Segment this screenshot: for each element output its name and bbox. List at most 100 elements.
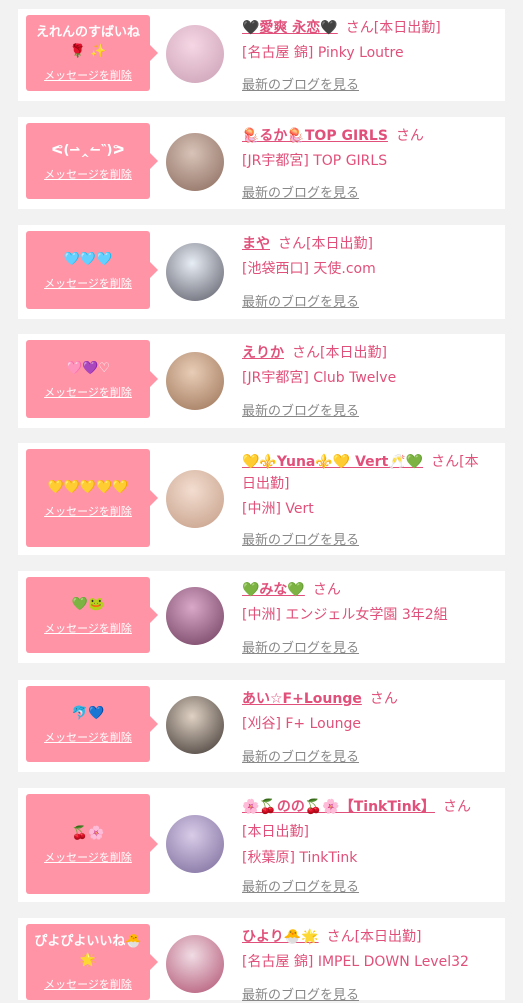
message-text: 🌹 ✨	[69, 44, 107, 59]
profile-avatar[interactable]	[166, 133, 224, 191]
message-text: 🩷💜♡	[65, 360, 111, 376]
message-bubble: えれんのすばいね 🌹 ✨ メッセージを削除	[26, 15, 158, 91]
profile-info: 🪼るか🪼TOP GIRLS さん [JR宇都宮] TOP GIRLS	[242, 125, 497, 173]
shop-label: [中洲] エンジェル女学園 3年2組	[242, 607, 448, 623]
profile-name-link[interactable]: えりか	[242, 345, 284, 361]
message-bubble: 🐬💙 メッセージを削除	[26, 686, 158, 762]
message-bubble: ᕙ(⇀‸↼‶)ᕗ メッセージを削除	[26, 123, 158, 199]
honorific-status: さん	[442, 799, 471, 815]
name-line: あい☆F+Lounge さん	[242, 688, 497, 710]
name-line: 💚みな💚 さん	[242, 579, 497, 601]
message-bubble: 💛💛💛💛💛 メッセージを削除	[26, 449, 158, 547]
latest-blog-link[interactable]: 最新のブログを見る	[242, 529, 359, 548]
message-bubble: 🩷💜♡ メッセージを削除	[26, 340, 158, 418]
profile-avatar[interactable]	[166, 587, 224, 645]
name-line: 🖤愛爽 永恋🖤 さん[本日出勤]	[242, 17, 497, 39]
name-line: まや さん[本日出勤]	[242, 233, 497, 255]
profile-info: 💛⚜️Yuna⚜️💛 Vert🥂💚 さん[本日出勤] [中洲] Vert	[242, 451, 497, 521]
delete-message-link[interactable]: メッセージを削除	[44, 67, 132, 83]
status-continuation: 日出勤]	[242, 476, 290, 492]
profile-name-link[interactable]: あい☆F+Lounge	[242, 691, 362, 707]
name-line: えりか さん[本日出勤]	[242, 342, 497, 364]
delete-message-link[interactable]: メッセージを削除	[44, 849, 132, 865]
honorific-status: さん[本	[431, 454, 479, 470]
message-text: 💚🐸	[71, 596, 105, 612]
message-text: 🩵🩵🩵	[63, 251, 113, 267]
latest-blog-link[interactable]: 最新のブログを見る	[242, 182, 359, 201]
shop-label: [JR宇都宮] Club Twelve	[242, 370, 397, 386]
profile-avatar[interactable]	[166, 25, 224, 83]
profile-avatar[interactable]	[166, 935, 224, 993]
message-text: ᕙ(⇀‸↼‶)ᕗ	[51, 142, 125, 158]
message-text: 💛💛💛💛💛	[47, 479, 129, 495]
message-bubble: ぴよぴよいいね🐣 🌟 メッセージを削除	[26, 924, 158, 1000]
delete-message-link[interactable]: メッセージを削除	[44, 503, 132, 519]
shop-label: [JR宇都宮] TOP GIRLS	[242, 153, 388, 169]
profile-name-link[interactable]: ひより🐣🌟	[242, 929, 319, 945]
profile-info: 🌸🍒のの🍒🌸【TinkTink】 さん [本日出勤] [秋葉原] TinkTink	[242, 796, 497, 870]
name-line: 🌸🍒のの🍒🌸【TinkTink】 さん	[242, 796, 497, 818]
name-line: 🪼るか🪼TOP GIRLS さん	[242, 125, 497, 147]
message-text: 🌟	[79, 953, 97, 968]
latest-blog-link[interactable]: 最新のブログを見る	[242, 291, 359, 310]
profile-name-link[interactable]: まや	[242, 236, 270, 252]
profile-name-link[interactable]: 💛⚜️Yuna⚜️💛 Vert🥂💚	[242, 454, 423, 470]
profile-avatar[interactable]	[166, 696, 224, 754]
favorite-card: 💛💛💛💛💛 メッセージを削除 💛⚜️Yuna⚜️💛 Vert🥂💚 さん[本日出勤] [中…	[18, 443, 505, 555]
honorific-status: さん[本日出勤]	[278, 236, 373, 252]
profile-avatar[interactable]	[166, 470, 224, 528]
honorific-status: さん	[369, 691, 398, 707]
profile-avatar[interactable]	[166, 815, 224, 873]
profile-info: 🖤愛爽 永恋🖤 さん[本日出勤] [名古屋 錦] Pinky Loutre	[242, 17, 497, 65]
latest-blog-link[interactable]: 最新のブログを見る	[242, 876, 359, 895]
shop-label: [秋葉原] TinkTink	[242, 850, 358, 866]
message-bubble: 🩵🩵🩵 メッセージを削除	[26, 231, 158, 309]
shop-label: [名古屋 錦] Pinky Loutre	[242, 45, 404, 61]
honorific-status: さん[本日出勤]	[345, 20, 441, 36]
name-line: ひより🐣🌟 さん[本日出勤]	[242, 926, 497, 948]
shop-label: [池袋西口] 天使.com	[242, 261, 376, 277]
honorific-status: さん	[312, 582, 341, 598]
delete-message-link[interactable]: メッセージを削除	[44, 166, 132, 182]
delete-message-link[interactable]: メッセージを削除	[44, 384, 132, 400]
delete-message-link[interactable]: メッセージを削除	[44, 729, 132, 745]
shop-label: [刈谷] F+ Lounge	[242, 716, 361, 732]
message-text: 🐬💙	[71, 705, 105, 721]
delete-message-link[interactable]: メッセージを削除	[44, 976, 132, 992]
profile-name-link[interactable]: 🪼るか🪼TOP GIRLS	[242, 128, 388, 144]
favorite-card: 🐬💙 メッセージを削除 あい☆F+Lounge さん [刈谷] F+ Lounge 最新の…	[18, 680, 505, 772]
profile-info: あい☆F+Lounge さん [刈谷] F+ Lounge	[242, 688, 497, 736]
delete-message-link[interactable]: メッセージを削除	[44, 620, 132, 636]
profile-name-link[interactable]: 🖤愛爽 永恋🖤	[242, 20, 338, 36]
profile-avatar[interactable]	[166, 243, 224, 301]
favorite-card: 🍒🌸 メッセージを削除 🌸🍒のの🍒🌸【TinkTink】 さん [本日出勤] [秋葉原] …	[18, 788, 505, 902]
delete-message-link[interactable]: メッセージを削除	[44, 275, 132, 291]
profile-name-link[interactable]: 💚みな💚	[242, 582, 305, 598]
name-line: 💛⚜️Yuna⚜️💛 Vert🥂💚 さん[本	[242, 451, 497, 473]
message-bubble: 🍒🌸 メッセージを削除	[26, 794, 158, 894]
favorite-card: ᕙ(⇀‸↼‶)ᕗ メッセージを削除 🪼るか🪼TOP GIRLS さん [JR宇都宮] T…	[18, 117, 505, 209]
favorite-card: 💚🐸 メッセージを削除 💚みな💚 さん [中洲] エンジェル女学園 3年2組 最新のブログ…	[18, 571, 505, 663]
profile-info: 💚みな💚 さん [中洲] エンジェル女学園 3年2組	[242, 579, 497, 627]
honorific-status: さん	[395, 128, 424, 144]
favorite-card: 🩷💜♡ メッセージを削除 えりか さん[本日出勤] [JR宇都宮] Club Twelv…	[18, 334, 505, 428]
profile-info: ひより🐣🌟 さん[本日出勤] [名古屋 錦] IMPEL DOWN Level32	[242, 926, 497, 974]
favorite-card: ぴよぴよいいね🐣 🌟 メッセージを削除 ひより🐣🌟 さん[本日出勤] [名古屋 錦] IM…	[18, 918, 505, 1003]
profile-name-link[interactable]: 🌸🍒のの🍒🌸【TinkTink】	[242, 799, 435, 815]
profile-avatar[interactable]	[166, 352, 224, 410]
message-text: えれんのすばいね	[35, 25, 140, 40]
latest-blog-link[interactable]: 最新のブログを見る	[242, 746, 359, 765]
profile-info: えりか さん[本日出勤] [JR宇都宮] Club Twelve	[242, 342, 497, 390]
latest-blog-link[interactable]: 最新のブログを見る	[242, 984, 359, 1003]
latest-blog-link[interactable]: 最新のブログを見る	[242, 637, 359, 656]
latest-blog-link[interactable]: 最新のブログを見る	[242, 400, 359, 419]
latest-blog-link[interactable]: 最新のブログを見る	[242, 74, 359, 93]
shop-label: [本日出勤]	[242, 824, 309, 840]
shop-label: [名古屋 錦] IMPEL DOWN Level32	[242, 954, 469, 970]
profile-info: まや さん[本日出勤] [池袋西口] 天使.com	[242, 233, 497, 281]
message-text: ぴよぴよいいね🐣	[34, 934, 142, 949]
shop-label: [中洲] Vert	[242, 501, 314, 517]
message-bubble: 💚🐸 メッセージを削除	[26, 577, 158, 653]
message-text: 🍒🌸	[71, 825, 105, 841]
favorite-card: 🩵🩵🩵 メッセージを削除 まや さん[本日出勤] [池袋西口] 天使.com 最新のブログ…	[18, 225, 505, 319]
